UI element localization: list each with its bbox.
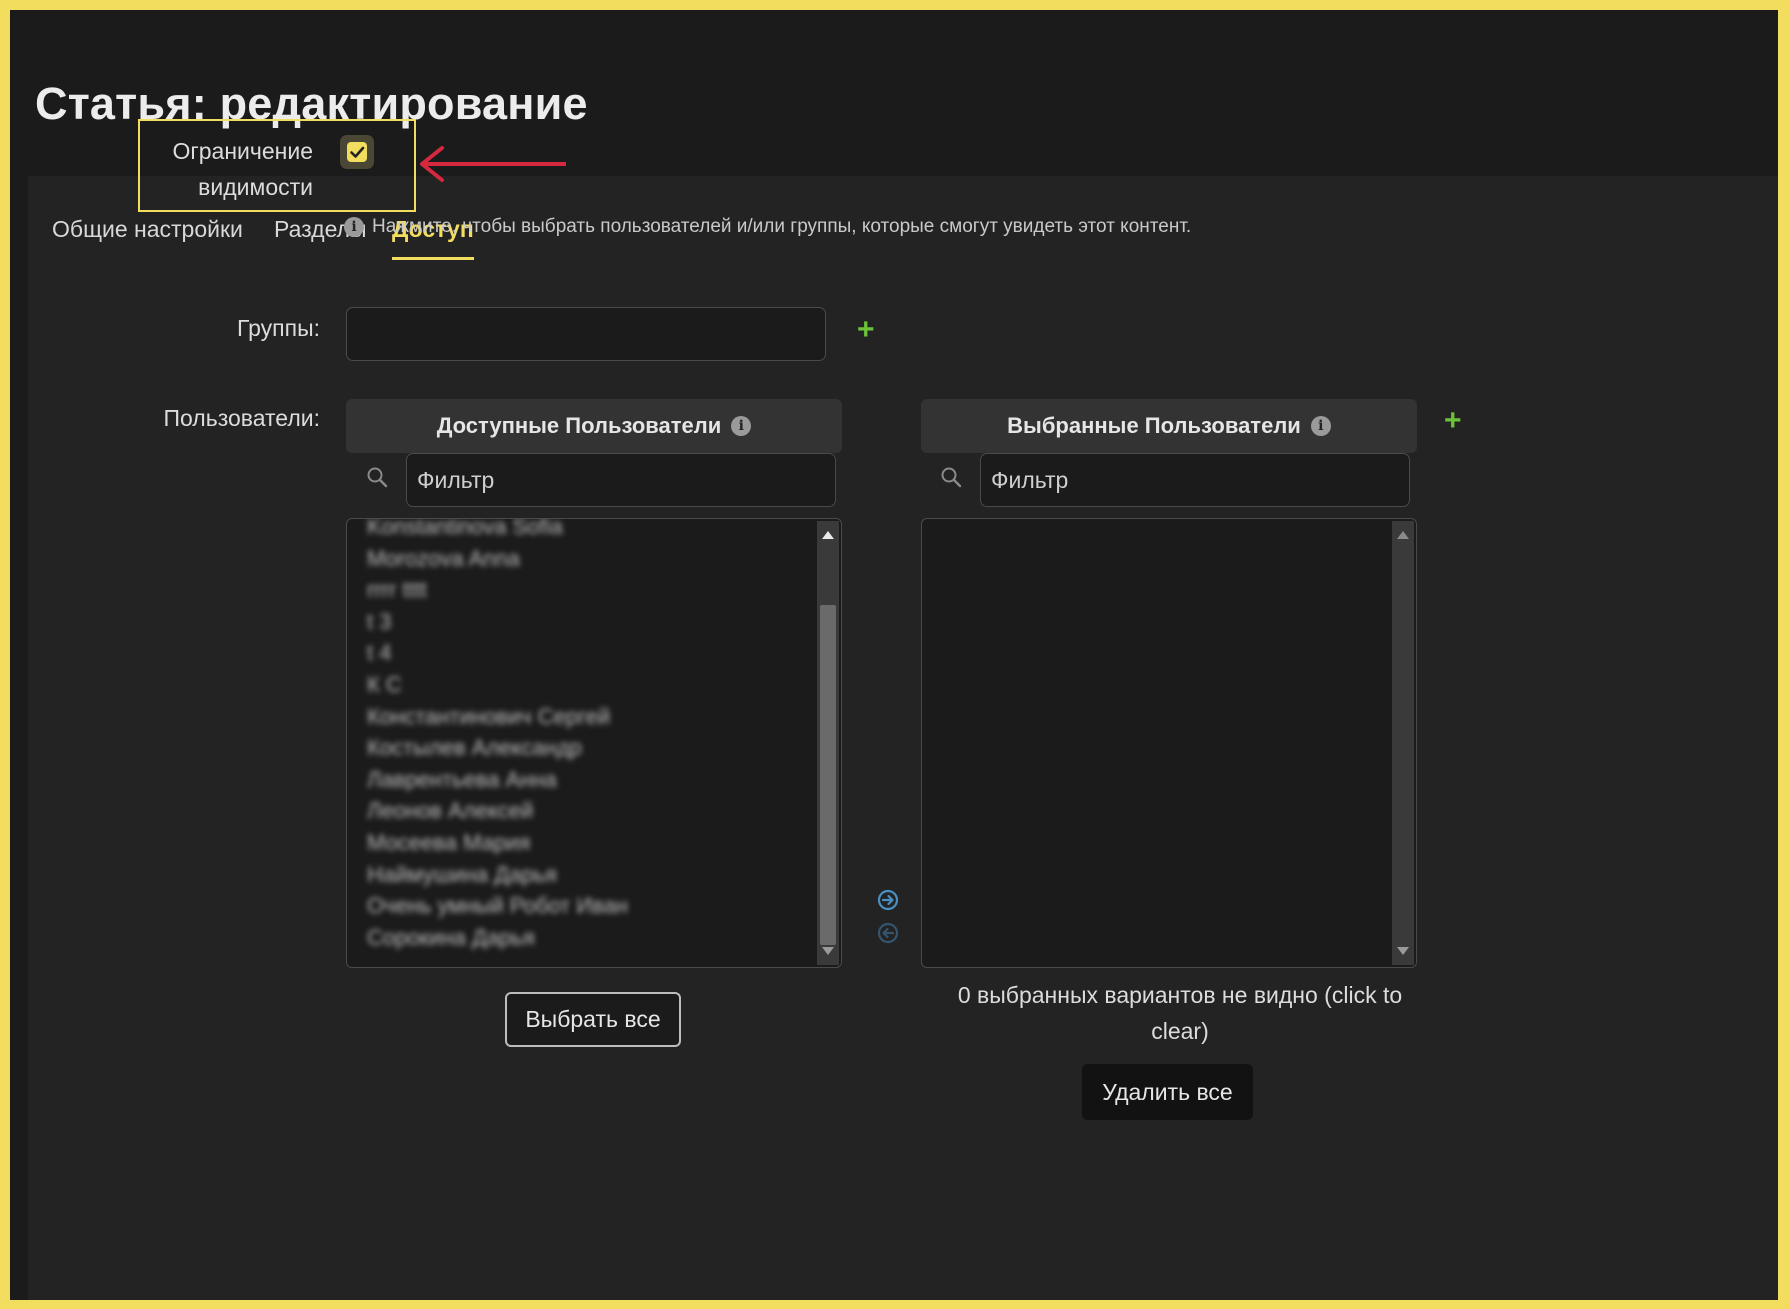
tab-general-settings[interactable]: Общие настройки (52, 216, 243, 257)
available-users-scrollbar[interactable] (817, 521, 839, 965)
edit-panel: Общие настройки Разделы Доступ (28, 176, 1778, 1300)
annotation-arrow (420, 146, 566, 182)
selected-users-title: Выбранные Пользователи (1007, 413, 1301, 438)
scroll-thumb[interactable] (820, 605, 836, 945)
info-icon[interactable]: i (731, 416, 752, 436)
search-icon (367, 467, 388, 488)
list-item[interactable]: Мосеева Мария (367, 827, 811, 859)
scroll-down-icon[interactable] (822, 947, 834, 955)
scroll-up-icon[interactable] (1397, 531, 1409, 539)
select-all-button[interactable]: Выбрать все (505, 992, 681, 1047)
arrow-right-circle-icon[interactable] (877, 889, 899, 911)
list-item[interactable]: t 3 (367, 606, 811, 638)
list-item[interactable]: t 4 (367, 637, 811, 669)
selected-users-scrollbar[interactable] (1392, 521, 1414, 965)
scroll-down-icon[interactable] (1397, 947, 1409, 955)
list-item[interactable]: Сорокина Дарья (367, 922, 811, 954)
list-item[interactable]: Лаврентьева Анна (367, 764, 811, 796)
selected-users-filter[interactable] (980, 453, 1410, 507)
selected-users-header: Выбранные Пользователи i (921, 399, 1417, 453)
scroll-up-icon[interactable] (822, 531, 834, 539)
groups-input[interactable] (346, 307, 826, 361)
search-icon (941, 467, 962, 488)
available-users-list[interactable]: Konstantinova Sofia Morozova Anna rrrr t… (346, 518, 842, 968)
available-users-filter[interactable] (406, 453, 836, 507)
list-item[interactable]: Konstantinova Sofia (367, 519, 811, 543)
add-group-plus-icon[interactable]: + (857, 315, 875, 345)
list-item[interactable]: Morozova Anna (367, 543, 811, 575)
list-item[interactable]: К С (367, 669, 811, 701)
available-users-items: Konstantinova Sofia Morozova Anna rrrr t… (367, 519, 811, 954)
check-icon (350, 146, 365, 158)
users-label: Пользователи: (163, 405, 320, 431)
arrow-left-circle-icon[interactable] (877, 922, 899, 944)
available-users-title: Доступные Пользователи (436, 413, 722, 438)
add-user-plus-icon[interactable]: + (1444, 406, 1462, 436)
info-icon: i (344, 217, 364, 237)
visibility-help-text: Нажмите, чтобы выбрать пользователей и/и… (372, 216, 1192, 237)
groups-label: Группы: (236, 315, 320, 341)
page-frame: Статья: редактирование Общие настройки Р… (10, 10, 1778, 1300)
list-item[interactable]: Очень умный Робот Иван (367, 890, 811, 922)
visibility-help: i Нажмите, чтобы выбрать пользователей и… (344, 216, 1191, 238)
remove-all-button[interactable]: Удалить все (1082, 1064, 1253, 1120)
info-icon[interactable]: i (1310, 416, 1331, 436)
list-item[interactable]: rrrr tttt (367, 574, 811, 606)
available-users-header: Доступные Пользователи i (346, 399, 842, 453)
list-item[interactable]: Костылев Александр (367, 732, 811, 764)
visibility-checkbox[interactable] (340, 135, 374, 169)
visibility-label: Ограничение видимости (172, 138, 313, 200)
hidden-selected-note[interactable]: 0 выбранных вариантов не видно (click to… (930, 977, 1430, 1049)
list-item[interactable]: Леонов Алексей (367, 795, 811, 827)
list-item[interactable]: Наймушина Дарья (367, 859, 811, 891)
selected-users-list[interactable] (921, 518, 1417, 968)
list-item[interactable]: Константинович Сергей (367, 701, 811, 733)
